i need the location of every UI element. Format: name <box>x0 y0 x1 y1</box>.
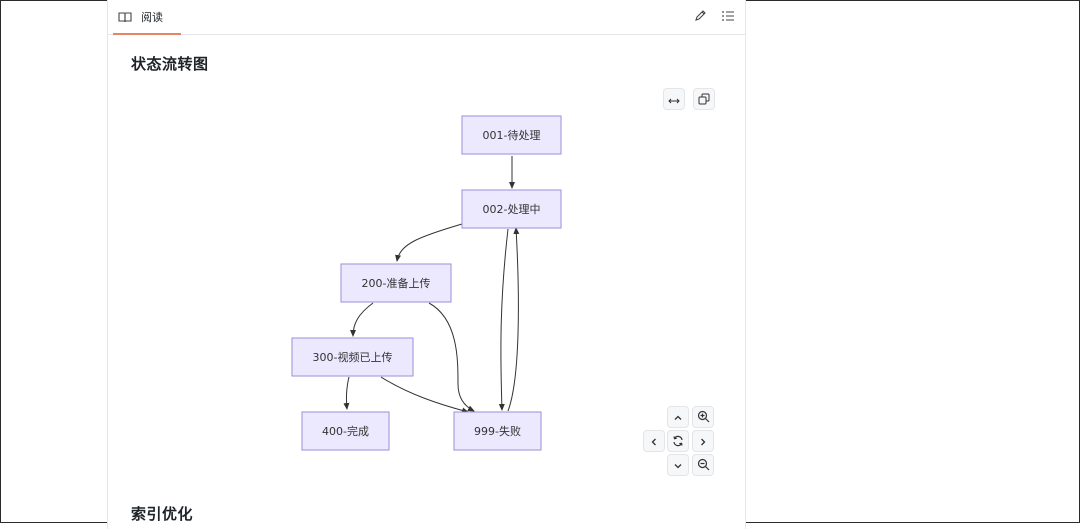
reset-view-button[interactable] <box>667 430 689 452</box>
pan-down-button[interactable] <box>667 454 689 476</box>
node-300: 300-视频已上传 <box>291 337 414 377</box>
chevron-down-icon <box>673 456 683 475</box>
node-200-label: 200-准备上传 <box>362 276 431 290</box>
pan-up-button[interactable] <box>667 406 689 428</box>
edge-002-999 <box>498 228 509 411</box>
chevron-left-icon <box>649 432 659 451</box>
node-002: 002-处理中 <box>461 189 562 229</box>
node-002-label: 002-处理中 <box>483 203 541 216</box>
node-400: 400-完成 <box>301 411 390 451</box>
edge-200-300 <box>350 302 374 337</box>
pan-right-button[interactable] <box>692 430 714 452</box>
edge-300-999 <box>380 376 469 414</box>
document-panel: 阅读 状态流转图 001-待处理 002-处理中 200-准备上传 300-视频… <box>107 0 746 529</box>
node-999-label: 999-失败 <box>474 424 521 438</box>
edge-002-200 <box>395 223 463 262</box>
chevron-up-icon <box>673 408 683 427</box>
edge-200-999 <box>428 302 475 412</box>
zoom-in-icon <box>697 408 710 427</box>
refresh-icon <box>672 432 684 451</box>
edge-999-002 <box>507 227 520 412</box>
node-001-label: 001-待处理 <box>483 128 541 142</box>
zoom-out-button[interactable] <box>692 454 714 476</box>
section-title-index: 索引优化 <box>131 505 194 523</box>
node-001: 001-待处理 <box>461 115 562 155</box>
zoom-in-button[interactable] <box>692 406 714 428</box>
node-400-label: 400-完成 <box>322 424 369 438</box>
chevron-right-icon <box>698 432 708 451</box>
node-300-label: 300-视频已上传 <box>313 350 393 364</box>
node-999: 999-失败 <box>453 411 542 451</box>
pan-left-button[interactable] <box>643 430 665 452</box>
edge-300-400 <box>343 376 350 410</box>
zoom-out-icon <box>697 456 710 475</box>
node-200: 200-准备上传 <box>340 263 452 303</box>
